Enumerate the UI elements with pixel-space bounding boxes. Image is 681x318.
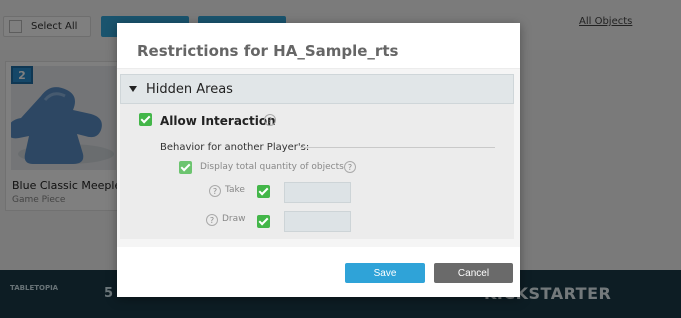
display-quantity-label: Display total quantity of objects [200,162,344,172]
hidden-areas-header[interactable]: Hidden Areas [120,74,514,104]
display-quantity-checkbox[interactable] [179,161,192,174]
take-input[interactable] [284,182,351,203]
behavior-label: Behavior for another Player's: [160,142,310,153]
draw-input[interactable] [284,211,351,232]
dialog-title: Restrictions for HA_Sample_rts [137,42,399,60]
behavior-divider [300,147,495,148]
allow-interaction-label: Allow Interaction [160,114,276,128]
hidden-areas-section: Hidden Areas Allow Interaction ? Behavio… [120,74,514,239]
cancel-button[interactable]: Cancel [434,263,513,283]
allow-interaction-help-icon[interactable]: ? [264,114,276,126]
take-checkbox[interactable] [257,185,270,198]
display-quantity-help-icon[interactable]: ? [344,161,356,173]
save-button[interactable]: Save [345,263,425,283]
draw-help-icon[interactable]: ? [206,214,218,226]
take-help-icon[interactable]: ? [209,185,221,197]
dialog-body: Hidden Areas Allow Interaction ? Behavio… [117,68,520,247]
draw-label: Draw [222,214,246,224]
allow-interaction-checkbox[interactable] [139,113,152,126]
take-label: Take [225,185,245,195]
section-title: Hidden Areas [146,81,233,97]
restrictions-dialog: Restrictions for HA_Sample_rts Hidden Ar… [117,23,520,297]
caret-down-icon [129,86,137,92]
draw-checkbox[interactable] [257,215,270,228]
